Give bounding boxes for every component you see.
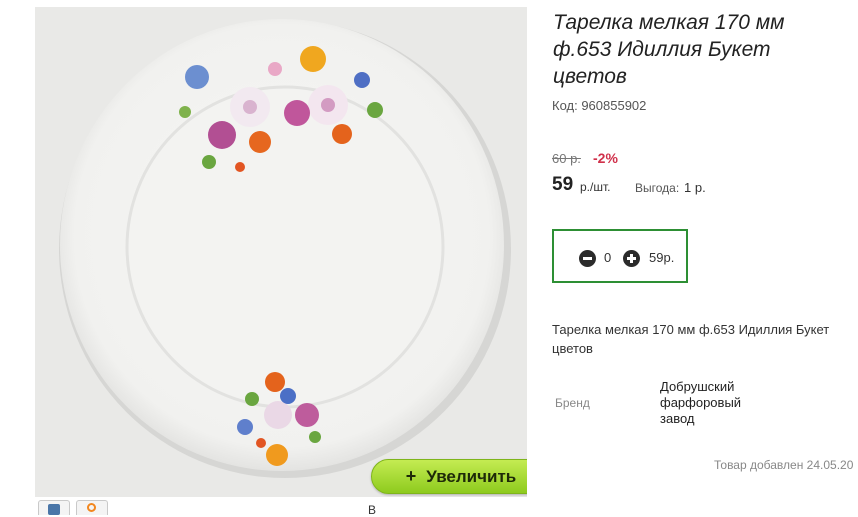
- plus-icon-vertical: [630, 254, 633, 263]
- cut-off-text: В: [368, 503, 377, 517]
- added-date: Товар добавлен 24.05.20: [714, 458, 854, 472]
- discount-badge: -2%: [593, 150, 618, 166]
- share-buttons: [38, 500, 108, 515]
- quantity-value: 0: [604, 250, 612, 265]
- odnoklassniki-share-button[interactable]: [76, 500, 108, 515]
- vk-share-button[interactable]: [38, 500, 70, 515]
- price-unit: р./шт.: [580, 180, 611, 194]
- old-price: 60 р.: [552, 151, 581, 166]
- minus-icon: [583, 257, 592, 260]
- benefit-value: 1 р.: [684, 180, 706, 195]
- plus-icon: +: [405, 466, 417, 486]
- product-code: Код: 960855902: [552, 98, 647, 113]
- brand-value: Добрушский фарфоровый завод: [660, 379, 742, 426]
- product-title: Тарелка мелкая 170 мм ф.653 Идиллия Буке…: [553, 11, 785, 88]
- benefit-label: Выгода:: [635, 181, 680, 195]
- brand-label: Бренд: [555, 396, 590, 410]
- cart-total: 59р.: [649, 250, 675, 265]
- product-description: Тарелка мелкая 170 мм ф.653 Идиллия Буке…: [552, 320, 858, 358]
- decrease-quantity-button[interactable]: [579, 250, 596, 267]
- increase-quantity-button[interactable]: [623, 250, 640, 267]
- quantity-stepper: 0 59р.: [552, 229, 688, 283]
- zoom-button[interactable]: + Увеличить: [371, 459, 527, 494]
- product-photo[interactable]: + Увеличить: [35, 7, 527, 497]
- zoom-label: Увеличить: [426, 466, 517, 486]
- odnoklassniki-icon: [87, 503, 96, 512]
- description-text: Тарелка мелкая 170 мм ф.653 Идиллия Буке…: [552, 322, 830, 356]
- plate-image: [59, 19, 511, 478]
- price: 59: [552, 174, 574, 195]
